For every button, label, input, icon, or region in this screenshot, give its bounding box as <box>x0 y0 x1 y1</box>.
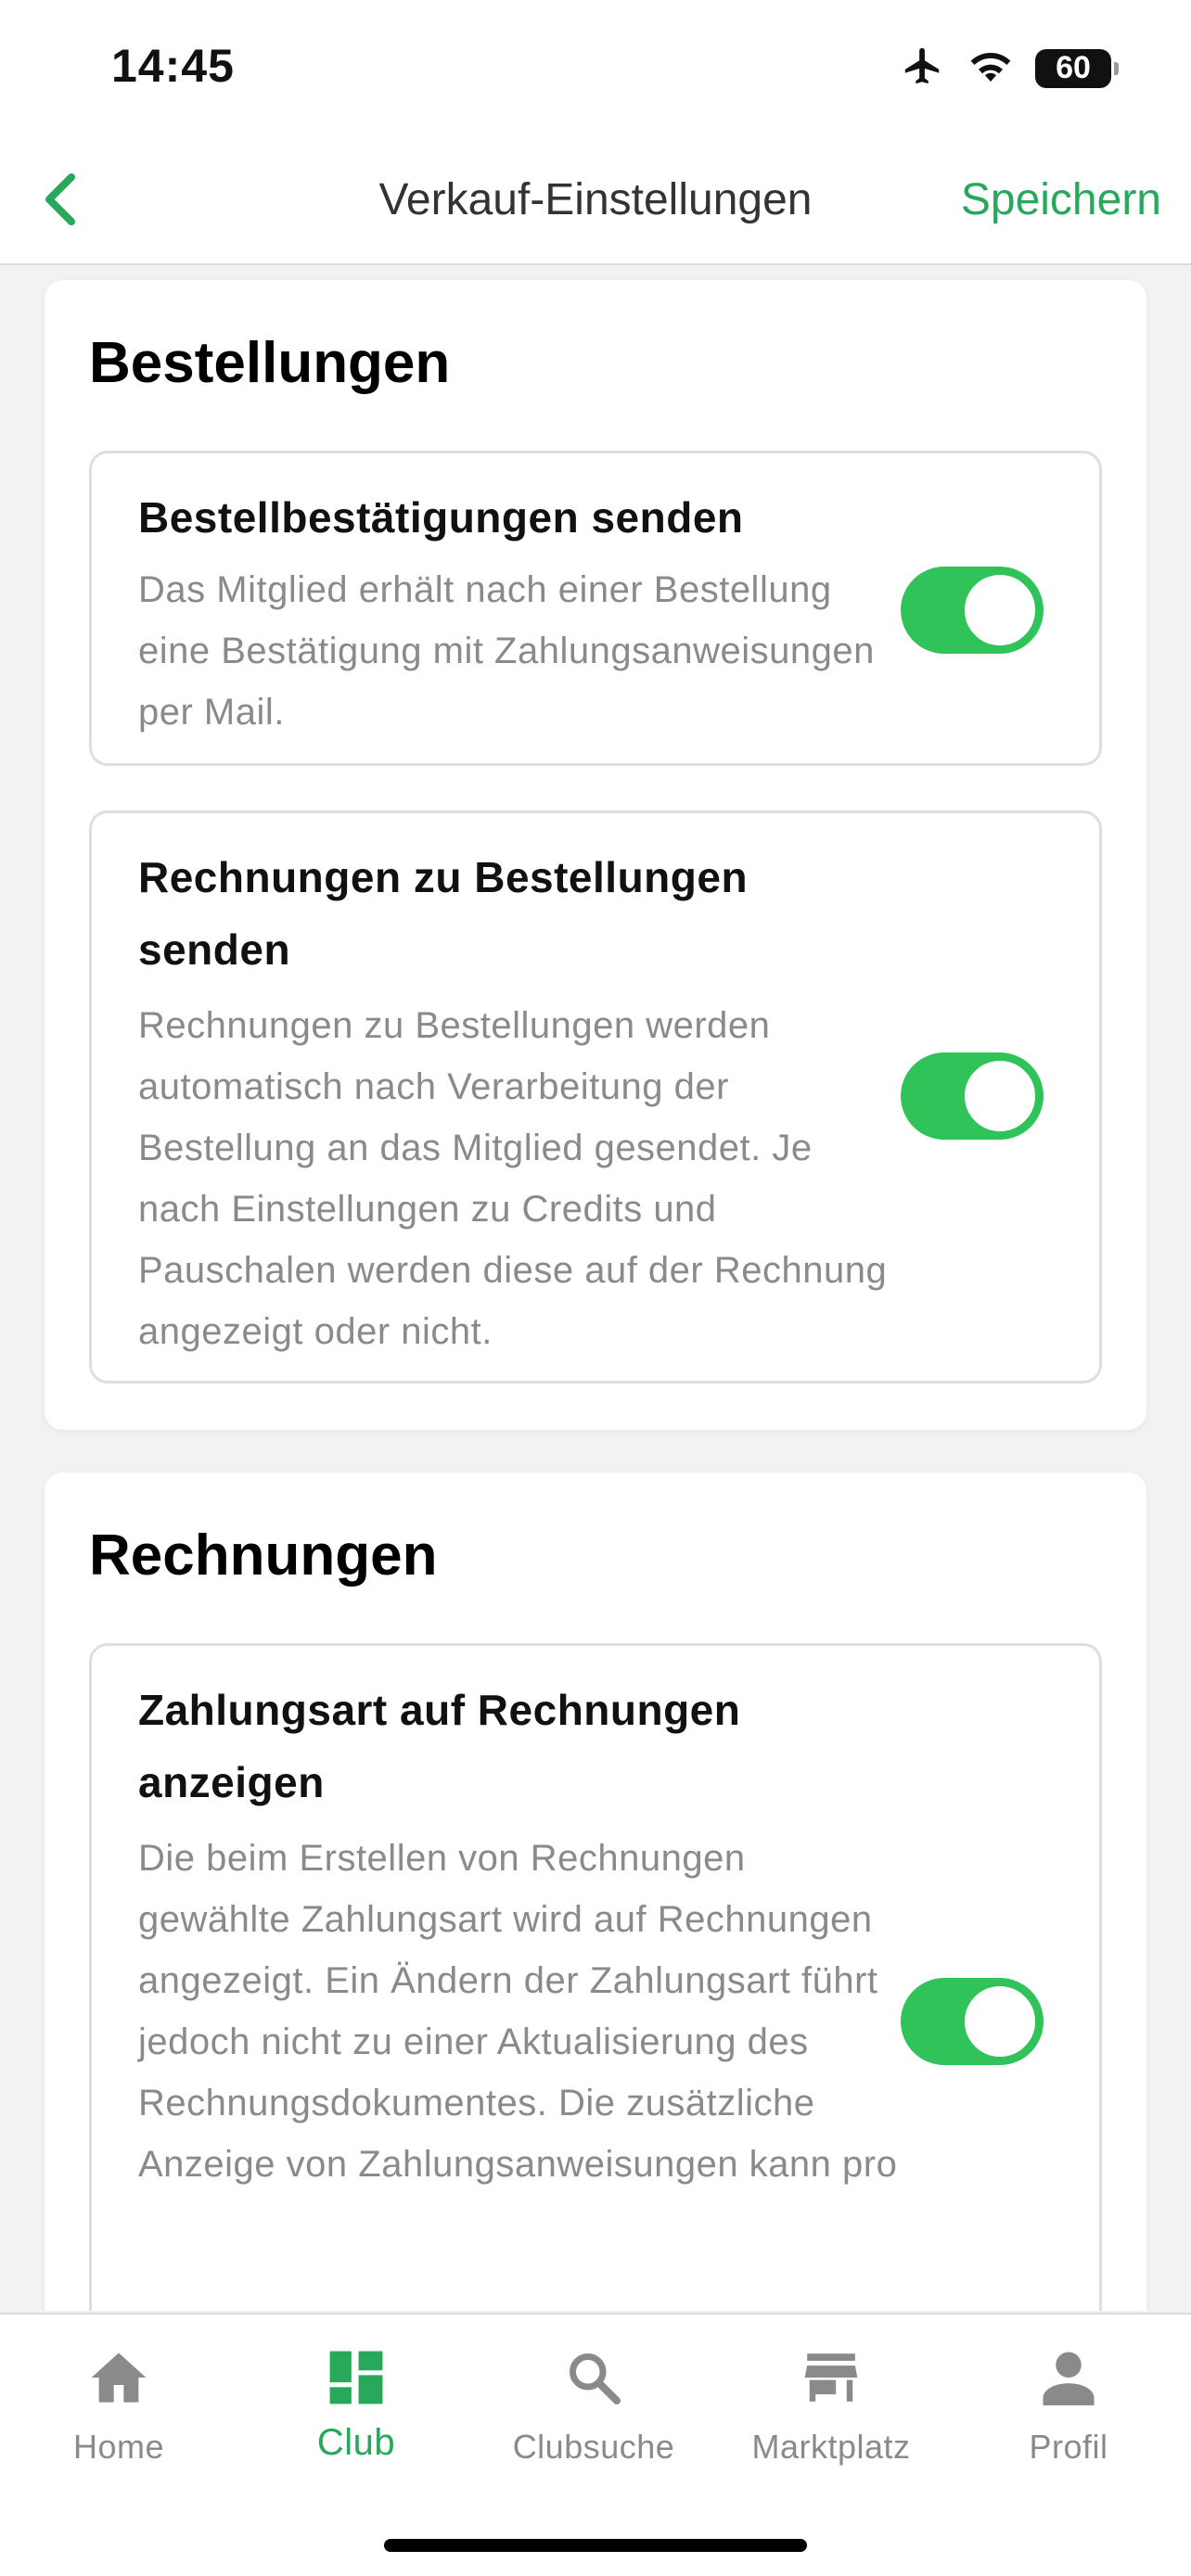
profile-icon <box>1043 2352 1095 2405</box>
tab-marktplatz[interactable]: Marktplatz <box>712 2340 950 2467</box>
airplane-icon <box>900 45 946 92</box>
status-icons: 60 <box>900 45 1119 92</box>
screen: 14:45 60 Verkauf-Einstellungen Speichern… <box>0 0 1191 2576</box>
tab-clubsuche[interactable]: Clubsuche <box>475 2340 712 2467</box>
setting-title: Rechnungen zu Bestellungen senden <box>138 853 749 974</box>
tab-bar: Home Club Clubsuche Marktplatz Profil <box>0 2313 1191 2576</box>
toggle-knob <box>962 1058 1038 1134</box>
settings-content[interactable]: Bestellungen Bestellbestätigungen senden… <box>0 267 1191 2311</box>
tab-label: Clubsuche <box>512 2428 675 2466</box>
section-card-orders: Bestellungen Bestellbestätigungen senden… <box>45 280 1146 1430</box>
setting-order-invoices: Rechnungen zu Bestellungen senden Rechnu… <box>89 810 1102 1384</box>
section-title: Bestellungen <box>89 331 451 395</box>
tab-label: Profil <box>1029 2428 1108 2466</box>
setting-description: Rechnungen zu Bestellungen werden automa… <box>138 1005 888 1352</box>
home-indicator[interactable] <box>384 2539 807 2552</box>
toggle-switch[interactable] <box>901 1052 1044 1140</box>
toggle-knob <box>962 572 1038 648</box>
setting-order-confirmations: Bestellbestätigungen senden Das Mitglied… <box>89 451 1102 766</box>
tab-label: Home <box>72 2428 165 2466</box>
setting-description: Die beim Erstellen von Rechnungen gewähl… <box>138 1838 898 2185</box>
toggle-switch[interactable] <box>901 1978 1044 2065</box>
setting-title: Bestellbestätigungen senden <box>138 493 744 542</box>
tab-profil[interactable]: Profil <box>950 2340 1187 2467</box>
search-icon <box>570 2353 621 2404</box>
tab-label: Marktplatz <box>751 2428 911 2466</box>
tab-home[interactable]: Home <box>0 2340 237 2467</box>
section-card-invoices: Rechnungen Zahlungsart auf Rechnungen an… <box>45 1473 1146 2311</box>
setting-description: Das Mitglied erhält nach einer Bestellun… <box>138 569 875 733</box>
battery-level: 60 <box>1056 50 1091 85</box>
home-icon <box>91 2353 147 2403</box>
status-bar: 14:45 60 <box>0 0 1191 139</box>
store-icon <box>804 2353 858 2402</box>
battery-indicator: 60 <box>1035 48 1119 88</box>
tab-label: Club <box>316 2422 396 2463</box>
toggle-switch[interactable] <box>901 567 1044 654</box>
club-grid-icon <box>329 2351 383 2404</box>
toggle-knob <box>962 1983 1038 2060</box>
navigation-bar: Verkauf-Einstellungen Speichern <box>0 139 1191 265</box>
tab-club[interactable]: Club <box>237 2340 475 2464</box>
setting-title: Zahlungsart auf Rechnungen anzeigen <box>138 1686 741 1806</box>
status-time: 14:45 <box>111 40 235 92</box>
save-button[interactable]: Speichern <box>961 174 1161 225</box>
section-title: Rechnungen <box>89 1524 438 1588</box>
setting-payment-method-on-invoice: Zahlungsart auf Rechnungen anzeigen Die … <box>89 1643 1102 2311</box>
wifi-icon <box>967 47 1015 89</box>
